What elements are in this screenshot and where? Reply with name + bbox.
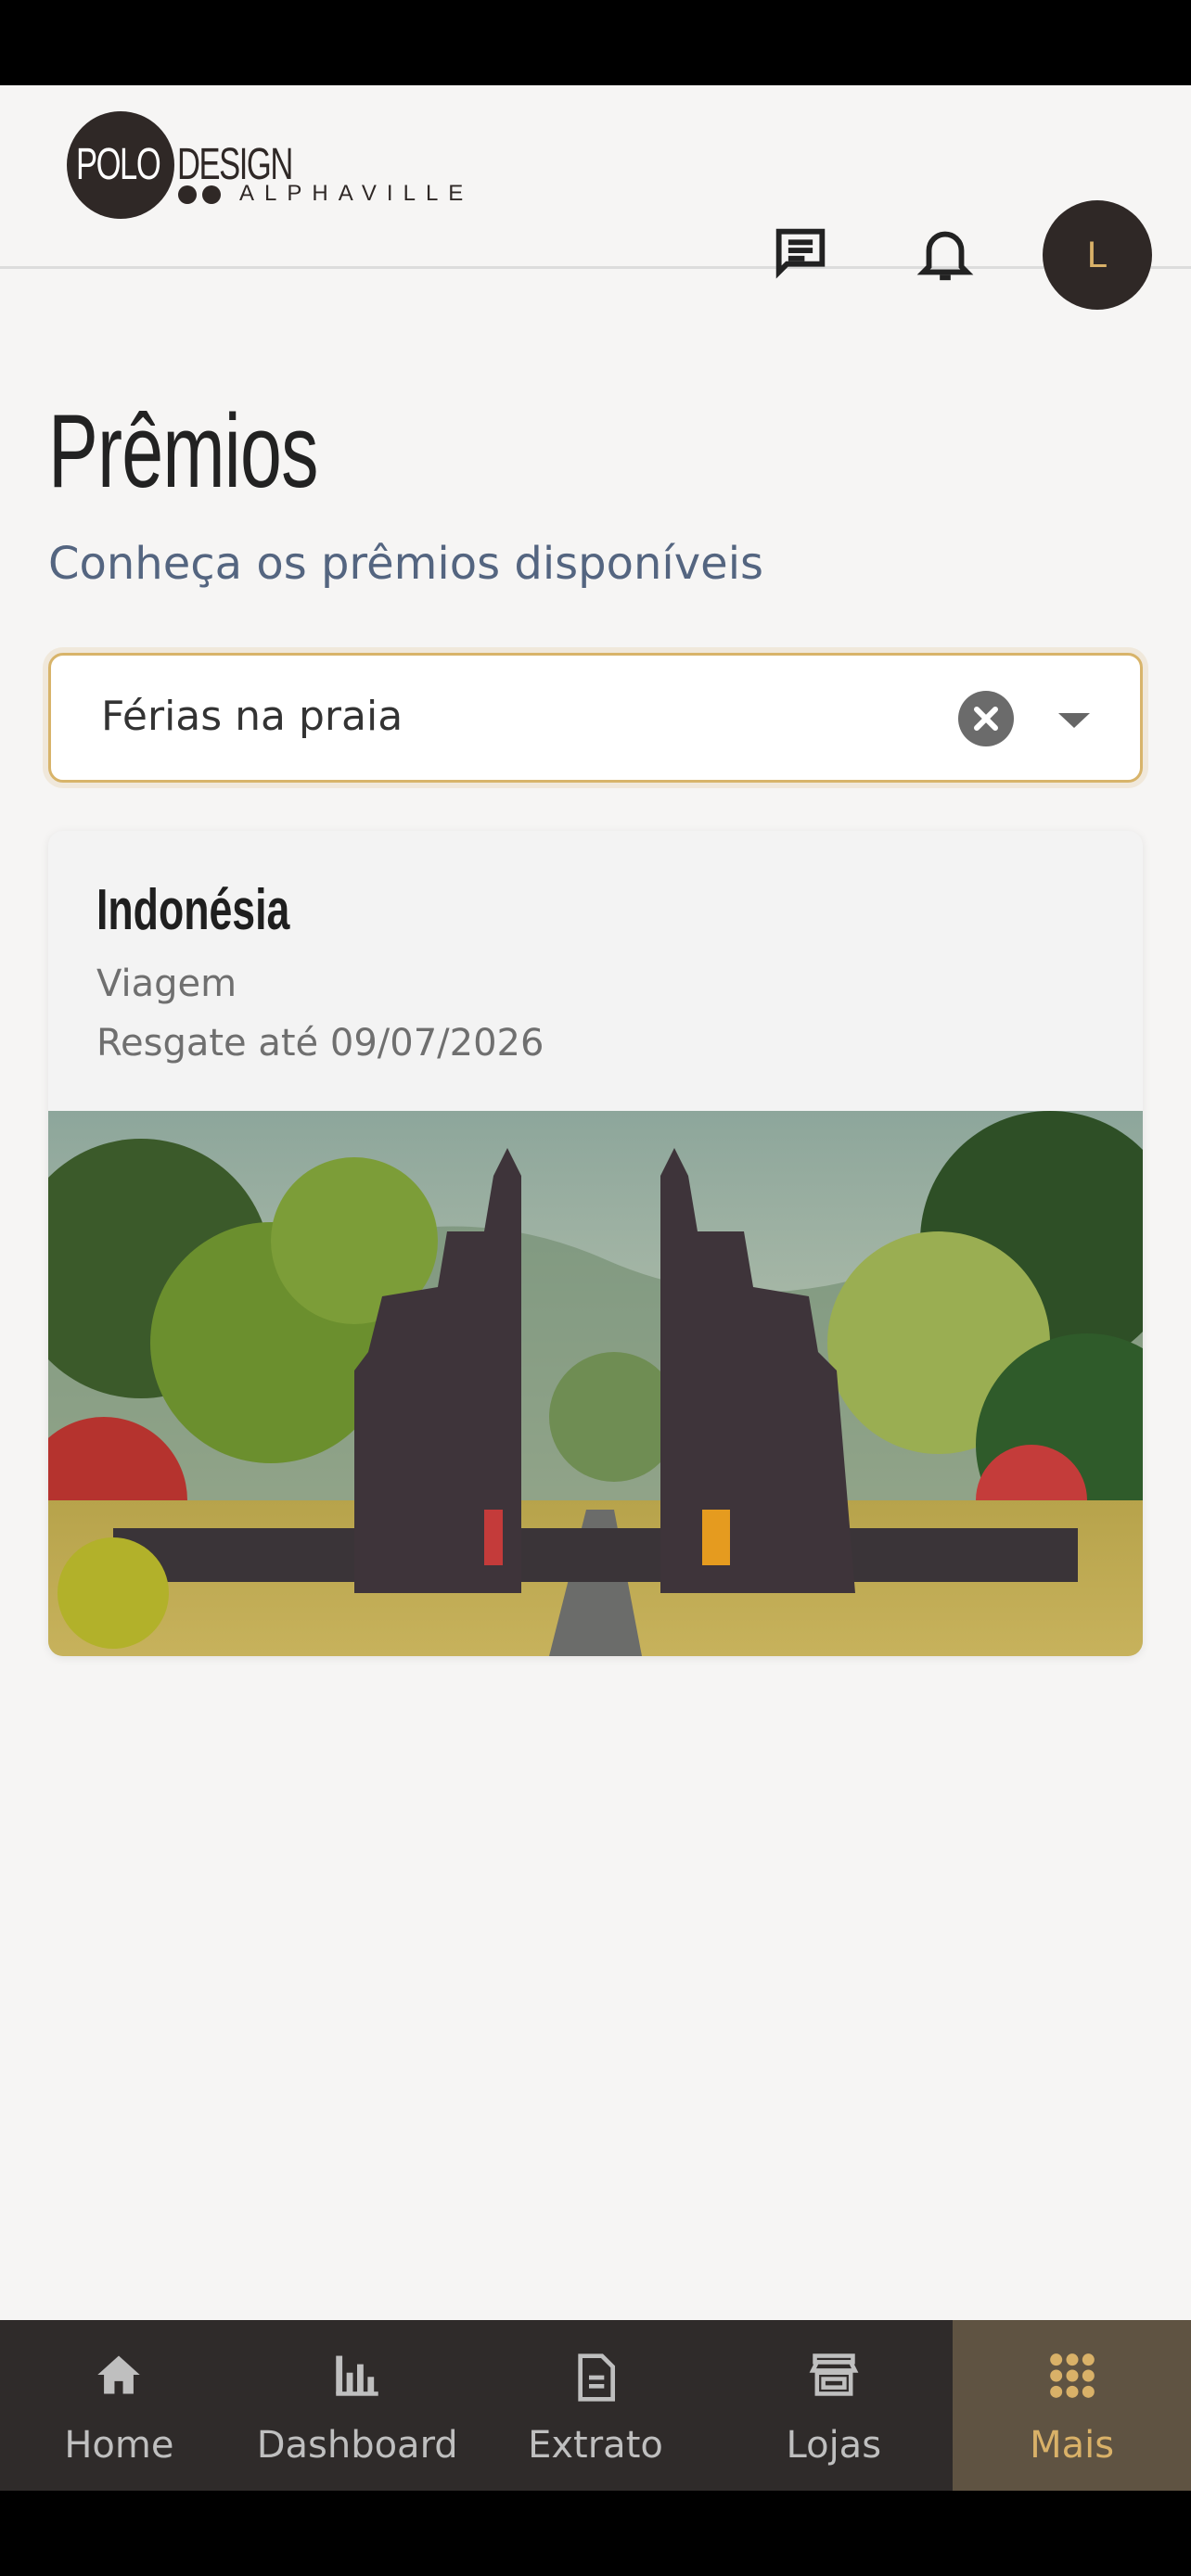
prize-category: Viagem [96,963,237,1005]
logo-subtitle: ALPHAVILLE [239,181,474,206]
tab-extrato[interactable]: Extrato [477,2320,715,2491]
prize-card[interactable]: Indonésia Viagem Resgate até 09/07/2026 [48,831,1143,1656]
selected-filter-value: Férias na praia [101,693,403,740]
prize-deadline: Resgate até 09/07/2026 [96,1022,544,1065]
tab-home[interactable]: Home [0,2320,238,2491]
page-title: Prêmios [48,393,318,509]
prize-image [48,1111,1143,1656]
logo-dot [202,185,221,204]
tab-label: Lojas [786,2424,882,2467]
caret-down-icon[interactable] [1058,713,1090,735]
prize-title: Indonésia [96,878,290,942]
logo-dot [178,185,197,204]
tab-label: Dashboard [256,2424,458,2467]
app-screen: POLO DESIGN ALPHAVILLE L Prêmios Conheça [0,85,1191,2491]
tab-label: Home [64,2424,174,2467]
bar-chart-icon [331,2352,383,2402]
avatar-initial: L [1086,234,1108,275]
store-icon [808,2352,860,2402]
clear-icon[interactable] [958,691,1014,746]
system-bottom-bar [0,2491,1191,2576]
grid-icon [1048,2352,1096,2404]
document-icon [572,2352,619,2407]
brand-logo[interactable]: POLO DESIGN ALPHAVILLE [67,111,463,232]
tab-label: Extrato [528,2424,663,2467]
tab-dashboard[interactable]: Dashboard [238,2320,477,2491]
page-subtitle: Conheça os prêmios disponíveis [48,538,764,590]
top-header: POLO DESIGN ALPHAVILLE L [0,85,1191,310]
tab-label: Mais [1030,2424,1115,2467]
home-icon [93,2352,145,2402]
tab-mais[interactable]: Mais [953,2320,1191,2491]
user-avatar[interactable]: L [1043,200,1152,310]
bottom-navigation: Home Dashboard Extrato Lojas Mais [0,2320,1191,2491]
prize-filter-select[interactable]: Férias na praia [48,653,1143,783]
logo-word-polo: POLO [76,140,161,189]
bell-icon[interactable] [913,221,978,289]
tab-lojas[interactable]: Lojas [714,2320,953,2491]
chat-icon[interactable] [768,221,833,289]
status-bar [0,0,1191,85]
